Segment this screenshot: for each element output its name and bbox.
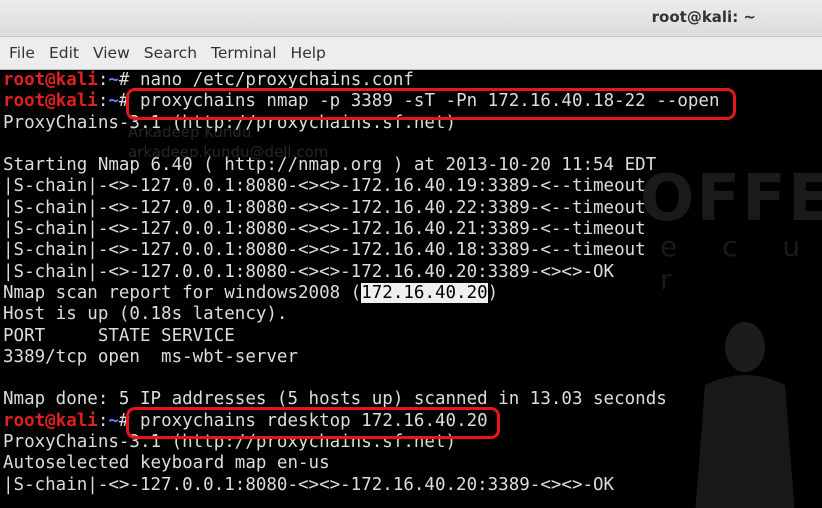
chain-line: |S-chain|-<>-127.0.0.1:8080-<><>-172.16.…: [3, 261, 615, 282]
prompt-user: root@kali: [3, 70, 98, 90]
command-text: nano /etc/proxychains.conf: [140, 70, 414, 90]
command-text: proxychains nmap -p 3389 -sT -Pn 172.16.…: [140, 91, 720, 112]
menu-help[interactable]: Help: [286, 44, 331, 62]
selected-ip-text[interactable]: 172.16.40.20: [361, 282, 488, 303]
chain-line: |S-chain|-<>-127.0.0.1:8080-<><>-172.16.…: [3, 197, 646, 218]
chain-line: |S-chain|-<>-127.0.0.1:8080-<><>-172.16.…: [3, 474, 615, 495]
window-title: root@kali: ~: [651, 8, 756, 26]
window-titlebar[interactable]: root@kali: ~: [0, 0, 822, 37]
output-line: Host is up (0.18s latency).: [3, 304, 288, 325]
menu-view[interactable]: View: [88, 44, 135, 62]
terminal-line: root@kali:~# proxychains nmap -p 3389 -s…: [3, 91, 719, 112]
report-suffix: ): [487, 282, 499, 303]
terminal-area[interactable]: Arkadeep Kundu arkadeep.kundu@dell.com O…: [0, 70, 822, 508]
terminal-line: root@kali:~# nano /etc/proxychains.conf: [3, 70, 719, 91]
prompt-symbol: #: [118, 91, 140, 112]
terminal-line: root@kali:~# proxychains rdesktop 172.16…: [3, 411, 719, 432]
prompt-user: root@kali: [3, 91, 98, 112]
menu-bar: File Edit View Search Terminal Help: [0, 37, 822, 70]
terminal-output: root@kali:~# nano /etc/proxychains.conf …: [3, 70, 719, 496]
menu-edit[interactable]: Edit: [44, 44, 84, 62]
prompt-symbol: #: [118, 70, 140, 90]
prompt-user: root@kali: [3, 410, 98, 431]
chain-line: |S-chain|-<>-127.0.0.1:8080-<><>-172.16.…: [3, 176, 646, 197]
prompt-separator: :: [97, 91, 109, 112]
report-prefix: Nmap scan report for windows2008 (: [3, 282, 362, 303]
prompt-separator: :: [97, 410, 109, 431]
output-line: ProxyChains-3.1 (http://proxychains.sf.n…: [3, 112, 457, 133]
output-line: Autoselected keyboard map en-us: [3, 453, 330, 474]
menu-terminal[interactable]: Terminal: [206, 44, 282, 62]
chain-line: |S-chain|-<>-127.0.0.1:8080-<><>-172.16.…: [3, 240, 646, 261]
prompt-path: ~: [108, 410, 119, 431]
prompt-path: ~: [108, 70, 119, 90]
output-line: Starting Nmap 6.40 ( http://nmap.org ) a…: [3, 155, 657, 176]
output-line: Nmap done: 5 IP addresses (5 hosts up) s…: [3, 389, 667, 410]
prompt-separator: :: [97, 70, 109, 90]
output-line: 3389/tcp open ms-wbt-server: [3, 346, 299, 367]
prompt-path: ~: [108, 91, 119, 112]
prompt-symbol: #: [118, 410, 140, 431]
command-text: proxychains rdesktop 172.16.40.20: [140, 410, 488, 431]
menu-search[interactable]: Search: [139, 44, 202, 62]
output-line: Nmap scan report for windows2008 (172.16…: [3, 282, 719, 304]
menu-file[interactable]: File: [4, 44, 40, 62]
chain-line: |S-chain|-<>-127.0.0.1:8080-<><>-172.16.…: [3, 219, 646, 240]
output-line: ProxyChains-3.1 (http://proxychains.sf.n…: [3, 432, 457, 453]
output-line: PORT STATE SERVICE: [3, 325, 235, 346]
